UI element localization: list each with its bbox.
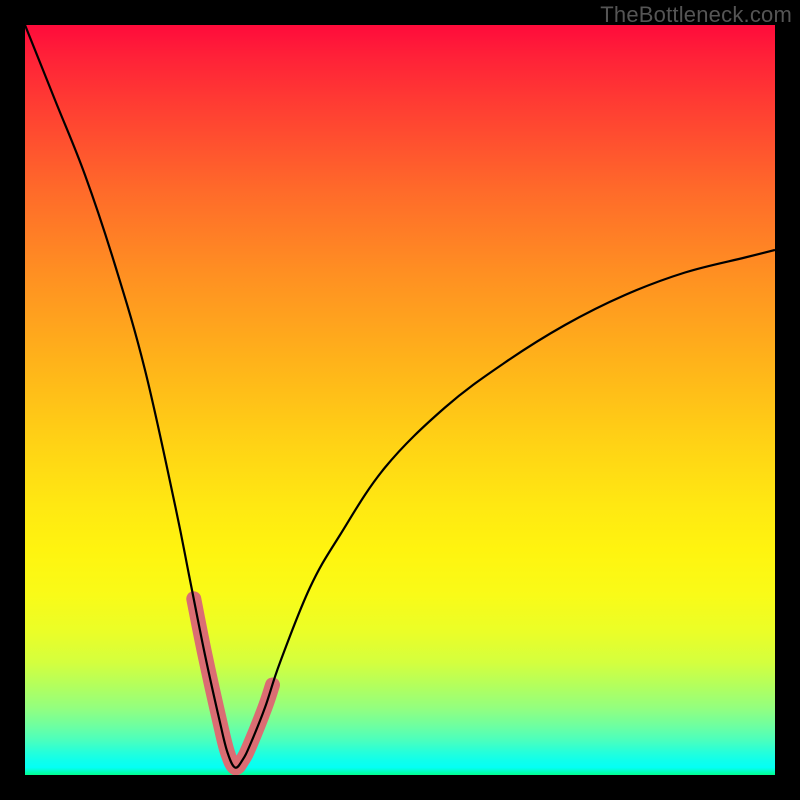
plot-area	[25, 25, 775, 775]
bottleneck-curve-svg	[25, 25, 775, 775]
watermark-text: TheBottleneck.com	[600, 2, 792, 28]
curve-minimum-highlight	[194, 599, 273, 768]
bottleneck-curve	[25, 25, 775, 768]
figure-root: TheBottleneck.com	[0, 0, 800, 800]
